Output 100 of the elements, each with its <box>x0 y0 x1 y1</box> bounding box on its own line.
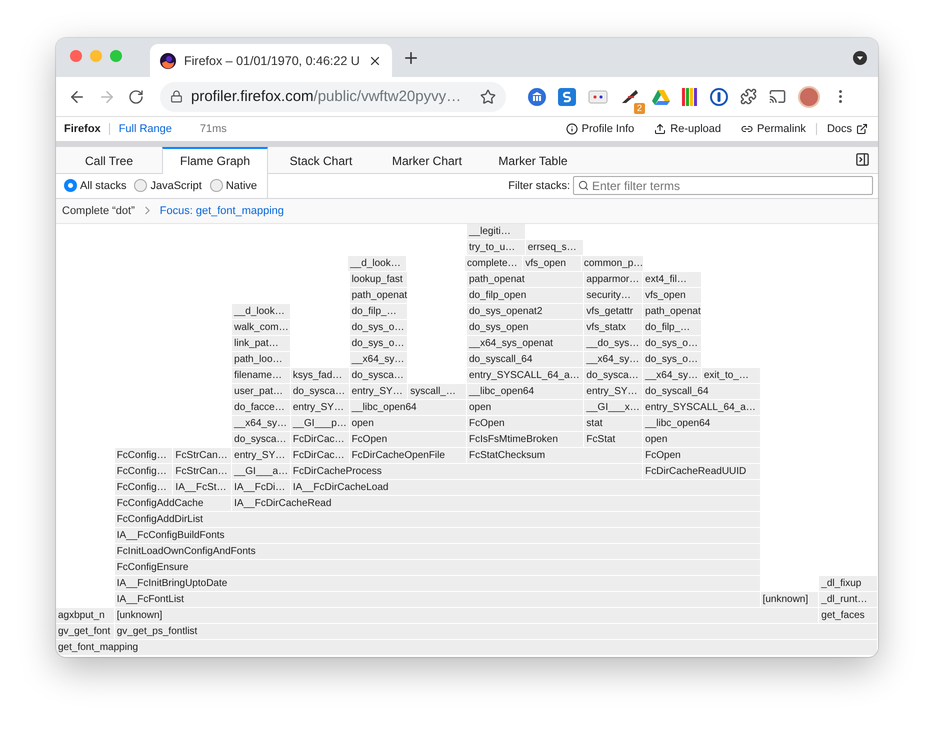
flame-frame[interactable]: vfs_statx <box>584 320 644 336</box>
bank-icon[interactable] <box>528 88 546 106</box>
flame-frame[interactable]: do_sys_o… <box>350 320 408 336</box>
cast-icon[interactable] <box>769 88 786 106</box>
flame-frame[interactable]: vfs_getattr <box>584 304 644 320</box>
flame-frame[interactable]: stat <box>584 416 644 432</box>
profile-info-button[interactable]: Profile Info <box>556 122 644 135</box>
flame-frame[interactable]: do_facce… <box>232 400 291 416</box>
flame-frame[interactable]: FcConfig… <box>114 480 174 496</box>
flame-frame[interactable]: _dl_fixup <box>819 576 878 592</box>
stack-type-radio[interactable]: All stacks <box>64 179 126 192</box>
flame-frame[interactable]: do_sys_o… <box>643 336 702 352</box>
flame-frame[interactable]: gv_get_ps_fontlist <box>114 624 878 640</box>
flame-frame[interactable]: errseq_s… <box>526 240 584 256</box>
flame-frame[interactable]: security… <box>584 288 644 304</box>
flame-frame[interactable]: IA__FcInitBringUptoDate <box>114 576 761 592</box>
flame-frame[interactable]: FcConfig… <box>114 448 174 464</box>
flame-frame[interactable]: path_openat <box>643 304 702 320</box>
flame-frame[interactable]: ext4_fil… <box>643 272 702 288</box>
flame-frame[interactable]: __do_sys… <box>584 336 644 352</box>
flame-frame[interactable]: FcInitLoadOwnConfigAndFonts <box>114 544 761 560</box>
flame-frame[interactable]: [unknown] <box>114 608 820 624</box>
flame-frame[interactable]: walk_com… <box>232 320 291 336</box>
flame-frame[interactable]: IA__FcConfigBuildFonts <box>114 528 761 544</box>
flame-frame[interactable]: FcConfig… <box>114 464 174 480</box>
flame-frame[interactable]: common_p… <box>582 256 644 272</box>
flame-frame[interactable]: IA__FcDirCacheRead <box>232 496 761 512</box>
flame-frame[interactable]: apparmor… <box>584 272 644 288</box>
flame-frame[interactable]: do_sysca… <box>290 384 350 400</box>
flame-frame[interactable]: get_faces <box>819 608 878 624</box>
view-tab[interactable]: Stack Chart <box>268 146 374 174</box>
flame-frame[interactable]: __d_look… <box>232 304 291 320</box>
flame-frame[interactable]: FcDirCac… <box>290 448 350 464</box>
flame-frame[interactable]: IA__FcSt… <box>173 480 232 496</box>
range-link[interactable]: Full Range <box>110 122 180 135</box>
flame-frame[interactable]: FcOpen <box>350 432 467 448</box>
flame-frame[interactable]: agxbput_n <box>56 608 115 624</box>
view-tab[interactable]: Marker Chart <box>374 146 480 174</box>
flame-frame[interactable]: syscall_… <box>408 384 467 400</box>
flame-frame[interactable]: _dl_runt… <box>819 592 878 608</box>
flame-frame[interactable]: do_syscall_64 <box>467 352 584 368</box>
flame-frame[interactable]: __GI___p… <box>290 416 350 432</box>
flame-frame[interactable]: complete… <box>464 256 524 272</box>
flame-frame[interactable]: FcDirCacheReadUUID <box>643 464 761 480</box>
flame-frame[interactable]: __x64_sy… <box>584 352 644 368</box>
keyhole-icon[interactable] <box>710 88 728 106</box>
flame-frame[interactable]: FcDirCac… <box>290 432 350 448</box>
flame-frame[interactable]: __GI___a… <box>232 464 291 480</box>
flame-frame[interactable]: vfs_open <box>643 288 702 304</box>
flame-frame[interactable]: open <box>350 416 467 432</box>
flame-frame[interactable]: gv_get_font <box>56 624 115 640</box>
flame-frame[interactable]: do_sys_open <box>467 320 584 336</box>
flame-frame[interactable]: do_filp_… <box>643 320 702 336</box>
flame-frame[interactable]: user_pat… <box>232 384 291 400</box>
upload-button[interactable]: Re-upload <box>644 122 732 135</box>
flame-frame[interactable]: get_font_mapping <box>56 640 878 656</box>
flame-frame[interactable]: __d_look… <box>348 256 407 272</box>
flame-frame[interactable]: __x64_sys_openat <box>467 336 584 352</box>
flame-frame[interactable]: do_filp_… <box>350 304 408 320</box>
flame-frame[interactable]: do_sys_o… <box>643 352 702 368</box>
flame-frame[interactable]: do_sysca… <box>350 368 408 384</box>
address-bar[interactable]: profiler.firefox.com/public/vwftw20pyvy… <box>160 82 506 112</box>
flame-frame[interactable]: entry_SY… <box>350 384 408 400</box>
flame-frame[interactable]: do_sysca… <box>584 368 644 384</box>
flame-frame[interactable]: vfs_open <box>523 256 582 272</box>
flame-frame[interactable]: entry_SY… <box>290 400 350 416</box>
reload-button[interactable] <box>128 88 144 105</box>
flame-frame[interactable]: __libc_open64 <box>350 400 467 416</box>
breadcrumb[interactable]: Focus: get_font_mapping <box>160 204 284 217</box>
flame-frame[interactable]: open <box>643 432 761 448</box>
flame-frame[interactable]: FcStat <box>584 432 644 448</box>
flame-frame[interactable]: __legiti… <box>467 224 526 240</box>
flame-frame[interactable]: link_pat… <box>232 336 291 352</box>
flame-frame[interactable]: IA__FcDirCacheLoad <box>290 480 761 496</box>
flame-frame[interactable]: __x64_sy… <box>643 368 702 384</box>
flame-frame[interactable]: FcConfigEnsure <box>114 560 761 576</box>
flame-frame[interactable]: filename… <box>232 368 291 384</box>
flame-frame[interactable]: FcIsFsMtimeBroken <box>467 432 584 448</box>
flame-frame[interactable]: entry_SYSCALL_64_a… <box>467 368 584 384</box>
flame-frame[interactable]: do_syscall_64 <box>643 384 761 400</box>
flame-frame[interactable]: do_sys_openat2 <box>467 304 584 320</box>
flame-frame[interactable]: IA__FcDi… <box>232 480 291 496</box>
flame-frame[interactable]: __x64_sy… <box>232 416 291 432</box>
flame-frame[interactable]: path_loo… <box>232 352 291 368</box>
stack-type-radio[interactable]: Native <box>210 179 258 192</box>
flame-frame[interactable]: path_openat <box>350 288 408 304</box>
flame-frame[interactable]: entry_SY… <box>232 448 291 464</box>
triangle-icon[interactable] <box>652 88 670 105</box>
card-icon[interactable] <box>588 90 608 104</box>
flame-frame[interactable]: FcConfigAddCache <box>114 496 232 512</box>
flame-frame[interactable]: entry_SY… <box>584 384 644 400</box>
flame-frame[interactable]: __libc_open64 <box>643 416 761 432</box>
flame-frame[interactable]: FcStatChecksum <box>467 448 644 464</box>
flame-frame[interactable]: lookup_fast <box>350 272 408 288</box>
flame-frame[interactable]: FcDirCacheOpenFile <box>350 448 467 464</box>
flame-frame[interactable]: do_sysca… <box>232 432 291 448</box>
radio-dot[interactable] <box>210 179 223 192</box>
flame-frame[interactable]: entry_SYSCALL_64_a… <box>643 400 761 416</box>
tab-list-icon[interactable] <box>852 50 868 66</box>
flame-frame[interactable]: IA__FcFontList <box>114 592 761 608</box>
